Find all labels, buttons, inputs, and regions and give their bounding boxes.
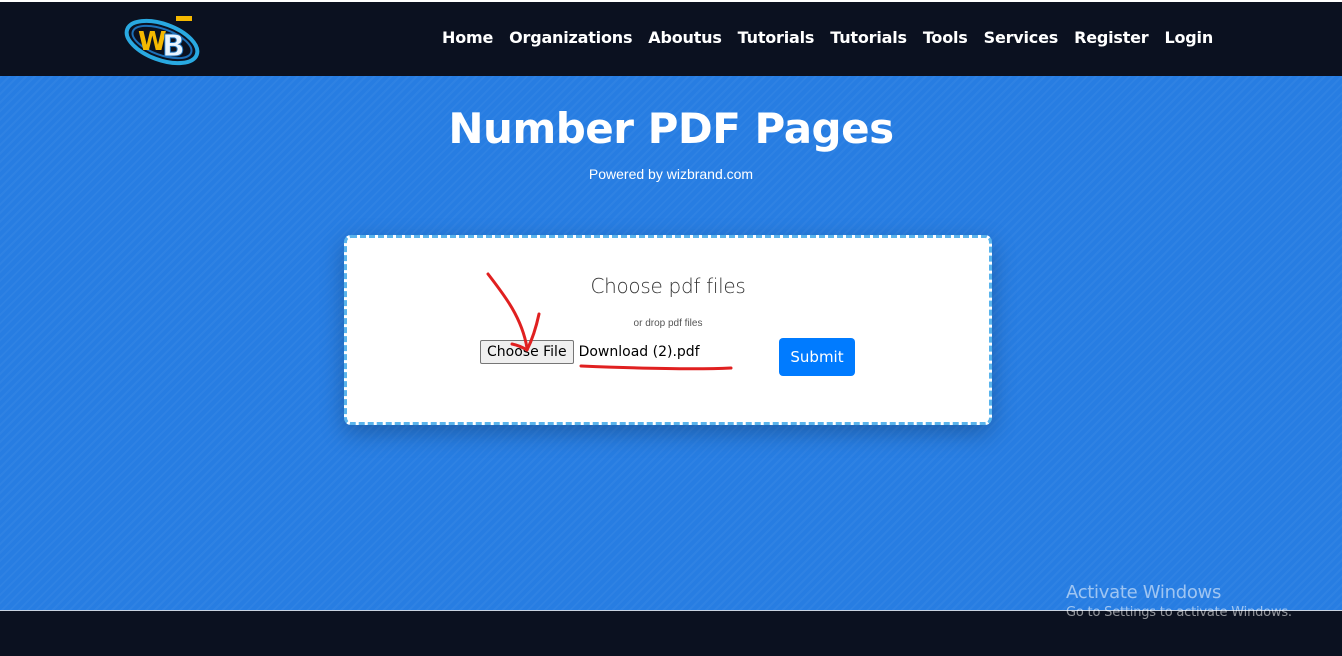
- submit-button[interactable]: Submit: [779, 338, 855, 376]
- page-title: Number PDF Pages: [448, 104, 894, 153]
- upload-heading: Choose pdf files: [590, 274, 746, 298]
- nav-organizations[interactable]: Organizations: [501, 28, 640, 47]
- site-logo[interactable]: W B: [124, 12, 204, 70]
- selected-file-name: Download (2).pdf: [578, 344, 700, 360]
- navbar: W B Home Organizations Aboutus Tutorials…: [0, 0, 1342, 76]
- upload-subheading: or drop pdf files: [633, 318, 703, 329]
- main-nav: Home Organizations Aboutus Tutorials Tut…: [434, 28, 1221, 47]
- watermark-title: Activate Windows: [1066, 582, 1222, 603]
- upload-dropzone[interactable]: Choose pdf files or drop pdf files Choos…: [344, 235, 992, 425]
- nav-tutorials-2[interactable]: Tutorials: [822, 28, 915, 47]
- file-input[interactable]: Choose File Download (2).pdf: [480, 340, 700, 364]
- nav-register[interactable]: Register: [1066, 28, 1156, 47]
- nav-tutorials[interactable]: Tutorials: [730, 28, 823, 47]
- windows-activation-watermark: Activate Windows Go to Settings to activ…: [1066, 582, 1292, 620]
- powered-by-text: Powered by wizbrand.com: [588, 166, 754, 182]
- nav-home[interactable]: Home: [434, 28, 501, 47]
- nav-tools[interactable]: Tools: [915, 28, 976, 47]
- nav-services[interactable]: Services: [976, 28, 1066, 47]
- nav-aboutus[interactable]: Aboutus: [640, 28, 729, 47]
- hero-section: Number PDF Pages Powered by wizbrand.com…: [0, 76, 1342, 610]
- wb-logo-icon: W B: [124, 16, 200, 66]
- watermark-subtitle: Go to Settings to activate Windows.: [1066, 605, 1292, 620]
- svg-text:B: B: [162, 29, 185, 64]
- choose-file-button[interactable]: Choose File: [480, 340, 574, 364]
- nav-login[interactable]: Login: [1157, 28, 1222, 47]
